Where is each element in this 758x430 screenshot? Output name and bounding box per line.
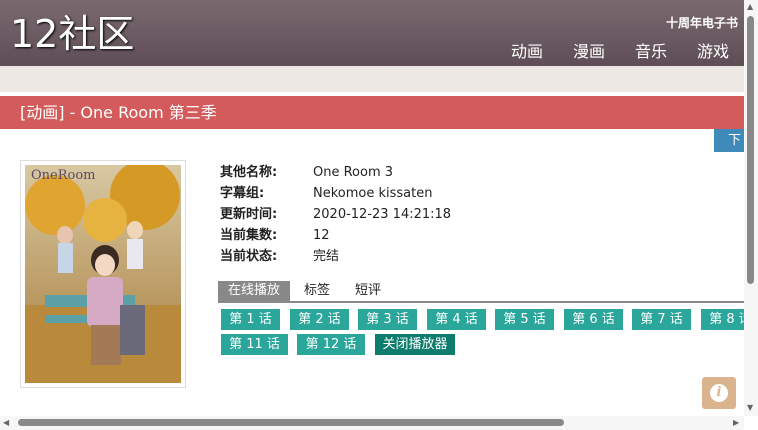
info-button[interactable]: i bbox=[702, 377, 736, 409]
download-button[interactable]: 下 bbox=[714, 129, 744, 152]
horizontal-scroll-thumb[interactable] bbox=[18, 419, 564, 426]
episode-button[interactable]: 第 5 话 bbox=[495, 309, 554, 330]
page-title: [动画] - One Room 第三季 bbox=[20, 103, 217, 122]
episode-button[interactable]: 第 11 话 bbox=[221, 334, 288, 355]
sub-bar bbox=[0, 66, 744, 92]
info-label: 其他名称: bbox=[220, 165, 278, 180]
site-header: 12社区 十周年电子书 动画 漫画 音乐 游戏 bbox=[0, 0, 744, 66]
scroll-right-icon[interactable]: ▶ bbox=[733, 418, 739, 427]
nav-anime[interactable]: 动画 bbox=[496, 38, 543, 62]
scroll-down-icon[interactable]: ▼ bbox=[747, 403, 753, 412]
info-label: 当前状态: bbox=[220, 249, 278, 264]
episode-button[interactable]: 第 7 话 bbox=[632, 309, 691, 330]
episode-button[interactable]: 第 3 话 bbox=[358, 309, 417, 330]
tab-tags[interactable]: 标签 bbox=[304, 281, 330, 301]
info-label: 字幕组: bbox=[220, 186, 265, 201]
main-nav: 动画 漫画 音乐 游戏 bbox=[496, 38, 744, 62]
info-icon: i bbox=[710, 384, 728, 402]
close-player-button[interactable]: 关闭播放器 bbox=[375, 334, 455, 355]
info-value: 12 bbox=[313, 228, 330, 243]
info-label: 当前集数: bbox=[220, 228, 278, 243]
info-row-updated: 更新时间: 2020-12-23 14:21:18 bbox=[220, 204, 451, 225]
episode-button[interactable]: 第 4 话 bbox=[427, 309, 486, 330]
episode-button[interactable]: 第 1 话 bbox=[221, 309, 280, 330]
scroll-left-icon[interactable]: ◀ bbox=[3, 418, 9, 427]
info-value: 完结 bbox=[313, 249, 340, 264]
episode-button[interactable]: 第 6 话 bbox=[564, 309, 623, 330]
info-value: Nekomoe kissaten bbox=[313, 186, 433, 201]
site-logo[interactable]: 12社区 bbox=[10, 12, 134, 56]
page-title-bar: [动画] - One Room 第三季 bbox=[0, 96, 744, 129]
episode-list: 第 1 话 第 2 话 第 3 话 第 4 话 第 5 话 第 6 话 第 7 … bbox=[221, 309, 745, 359]
nav-games[interactable]: 游戏 bbox=[682, 38, 729, 62]
episode-button[interactable]: 第 8 话 bbox=[701, 309, 745, 330]
scroll-up-icon[interactable]: ▲ bbox=[747, 2, 753, 11]
info-value: 2020-12-23 14:21:18 bbox=[313, 207, 452, 222]
nav-music[interactable]: 音乐 bbox=[620, 38, 667, 62]
vertical-scroll-thumb[interactable] bbox=[747, 16, 754, 284]
vertical-scrollbar[interactable]: ▲ ▼ bbox=[744, 0, 758, 416]
tab-short-reviews[interactable]: 短评 bbox=[355, 281, 381, 301]
ebook-link[interactable]: 十周年电子书 bbox=[666, 14, 738, 31]
episode-button[interactable]: 第 12 话 bbox=[297, 334, 365, 355]
tab-online-play[interactable]: 在线播放 bbox=[218, 281, 291, 301]
cover-logo-text: OneRoom bbox=[31, 168, 96, 183]
info-row-subgroup: 字幕组: Nekomoe kissaten bbox=[220, 183, 451, 204]
cover-image: OneRoom bbox=[20, 160, 186, 388]
info-row-status: 当前状态: 完结 bbox=[220, 246, 451, 267]
info-row-episodes: 当前集数: 12 bbox=[220, 225, 451, 246]
episode-button[interactable]: 第 2 话 bbox=[290, 309, 349, 330]
horizontal-scrollbar[interactable]: ◀ ▶ bbox=[0, 416, 744, 430]
info-label: 更新时间: bbox=[220, 207, 278, 222]
info-row-alt-name: 其他名称: One Room 3 bbox=[220, 162, 451, 183]
content-tabs: 在线播放 标签 短评 bbox=[218, 281, 744, 303]
anime-info: 其他名称: One Room 3 字幕组: Nekomoe kissaten 更新时… bbox=[220, 162, 451, 267]
cover-illustration: OneRoom bbox=[25, 165, 181, 383]
info-value: One Room 3 bbox=[313, 165, 394, 180]
nav-manga[interactable]: 漫画 bbox=[558, 38, 605, 62]
